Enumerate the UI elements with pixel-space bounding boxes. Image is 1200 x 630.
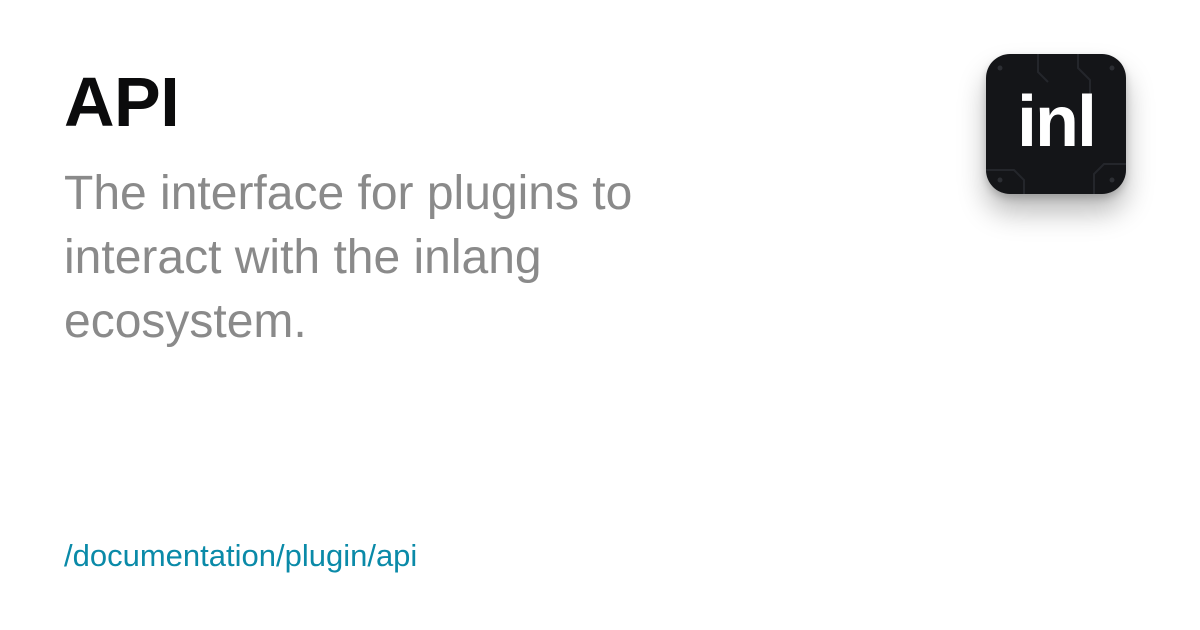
page-title: API: [64, 63, 180, 141]
logo-text: inl: [1017, 82, 1097, 162]
documentation-path-link[interactable]: /documentation/plugin/api: [64, 536, 417, 576]
social-card: API The interface for plugins to interac…: [0, 0, 1200, 630]
page-description: The interface for plugins to interact wi…: [64, 167, 633, 348]
inlang-logo-icon: inl: [986, 54, 1126, 194]
